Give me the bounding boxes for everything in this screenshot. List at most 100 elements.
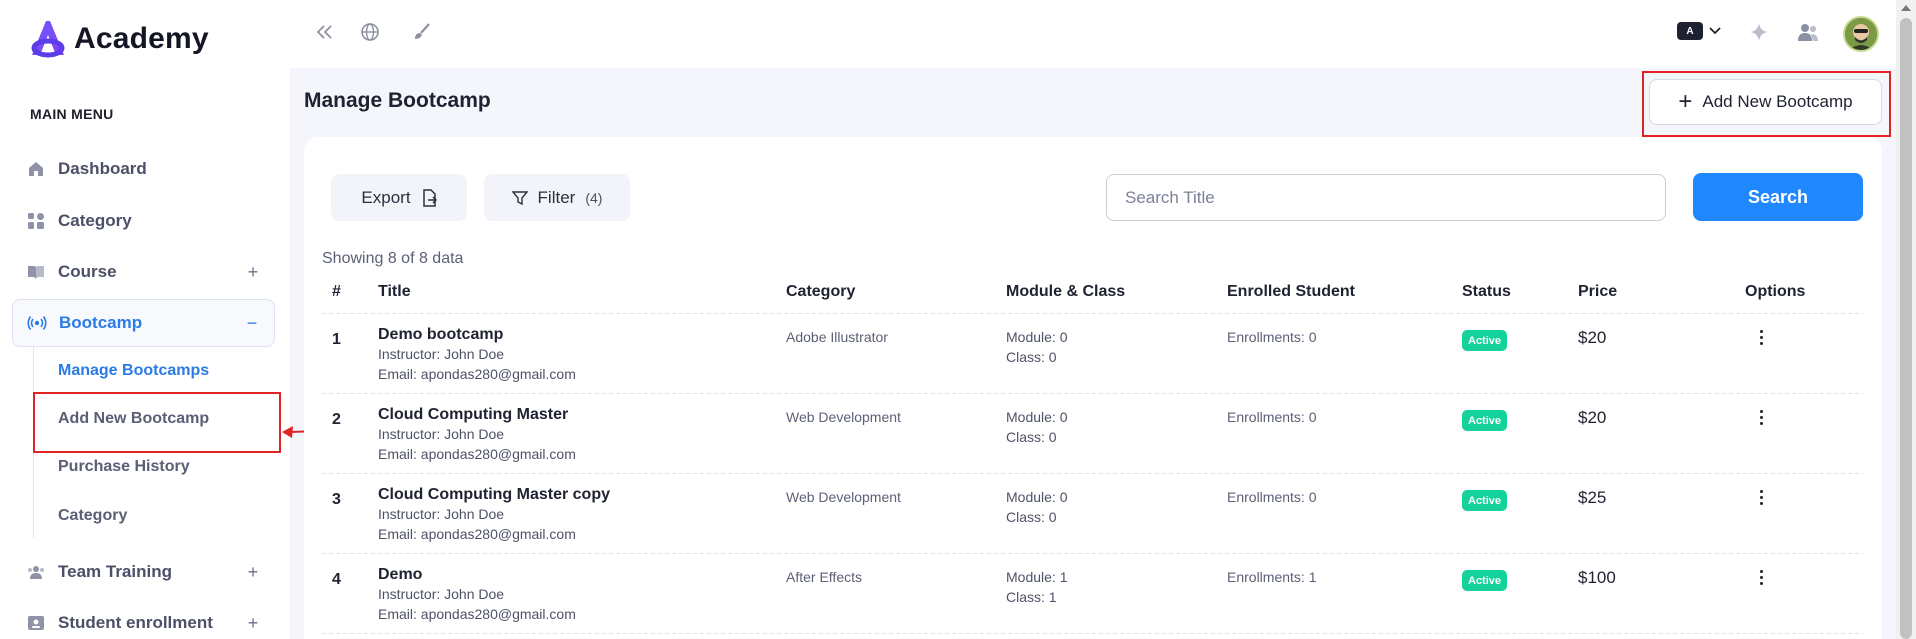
- status-badge: Active: [1462, 570, 1508, 591]
- sidebar-item-student-enrollment[interactable]: Student enrollment +: [12, 599, 275, 639]
- instructor-text: Instructor: John Doe: [378, 586, 505, 602]
- price-text: $100: [1578, 568, 1616, 587]
- sidebar-item-toggle: +: [247, 561, 259, 582]
- sidebar-item-label: Dashboard: [58, 159, 147, 178]
- options-menu-icon[interactable]: [1751, 485, 1771, 509]
- annotation-highlight-box: [1642, 71, 1891, 137]
- scrollbar-thumb[interactable]: [1900, 18, 1912, 639]
- scroll-up-icon[interactable]: [1901, 5, 1911, 11]
- class-count: Class: 1: [1006, 589, 1057, 605]
- email-text: Email: apondas280@gmail.com: [378, 526, 576, 542]
- row-divider: [322, 313, 1863, 314]
- column-header: Module & Class: [1006, 283, 1126, 300]
- options-menu-icon[interactable]: [1751, 405, 1771, 429]
- language-selector[interactable]: A: [1677, 22, 1721, 40]
- bootcamp-list-card: Export Filter (4) Search Showing 8 of 8 …: [304, 137, 1882, 639]
- users-icon[interactable]: [1796, 20, 1820, 44]
- sparkle-icon[interactable]: [1747, 20, 1771, 44]
- sidebar-item-label: Student enrollment: [58, 613, 213, 632]
- export-label: Export: [361, 187, 411, 207]
- instructor-text: Instructor: John Doe: [378, 506, 505, 522]
- sidebar-item-toggle: +: [247, 261, 259, 282]
- row-number: 2: [332, 411, 341, 428]
- filter-icon: [511, 190, 528, 205]
- academy-logo-icon: [31, 21, 65, 58]
- search-button[interactable]: Search: [1693, 173, 1863, 221]
- brush-icon[interactable]: [410, 20, 434, 44]
- row-divider: [322, 553, 1863, 554]
- row-number: 4: [332, 571, 341, 588]
- sidebar-item-toggle: +: [247, 612, 259, 633]
- id-card-icon: [26, 613, 46, 633]
- status-badge: Active: [1462, 410, 1508, 431]
- submenu-item-category[interactable]: Category: [58, 507, 127, 525]
- topbar: A: [290, 0, 1896, 68]
- bootcamp-title[interactable]: Demo bootcamp: [378, 326, 503, 344]
- table-row[interactable]: 2 Cloud Computing Master Instructor: Joh…: [304, 397, 1882, 477]
- sidebar-item-toggle: −: [246, 312, 258, 333]
- filter-button[interactable]: Filter (4): [484, 174, 630, 221]
- class-count: Class: 0: [1006, 429, 1057, 445]
- options-menu-icon[interactable]: [1751, 325, 1771, 349]
- bootcamp-title[interactable]: Cloud Computing Master: [378, 406, 568, 424]
- sidebar-item-dashboard[interactable]: Dashboard: [12, 145, 275, 193]
- column-header: Enrolled Student: [1227, 283, 1355, 300]
- submenu-item-purchase-history[interactable]: Purchase History: [58, 458, 190, 476]
- table-row[interactable]: 4 Demo Instructor: John Doe Email: apond…: [304, 557, 1882, 637]
- sidebar-item-label: Course: [58, 262, 117, 281]
- submenu-item-manage-bootcamps[interactable]: Manage Bootcamps: [58, 362, 209, 380]
- row-divider: [322, 393, 1863, 394]
- enrollment-count: Enrollments: 0: [1227, 409, 1317, 425]
- language-icon: A: [1677, 22, 1703, 40]
- filter-label: Filter: [537, 187, 576, 207]
- sidebar-item-category[interactable]: Category: [12, 197, 275, 245]
- filter-count: (4): [585, 189, 603, 206]
- table-row[interactable]: 3 Cloud Computing Master copy Instructor…: [304, 477, 1882, 557]
- class-count: Class: 0: [1006, 509, 1057, 525]
- sidebar-item-course[interactable]: Course +: [12, 248, 275, 296]
- category-text: Web Development: [786, 409, 901, 425]
- column-header: Price: [1578, 283, 1618, 300]
- category-text: After Effects: [786, 569, 862, 585]
- sidebar-item-team-training[interactable]: Team Training +: [12, 548, 275, 596]
- globe-icon[interactable]: [358, 20, 382, 44]
- table-row[interactable]: 1 Demo bootcamp Instructor: John Doe Ema…: [304, 317, 1882, 397]
- price-text: $25: [1578, 488, 1607, 507]
- row-number: 1: [332, 331, 341, 348]
- email-text: Email: apondas280@gmail.com: [378, 446, 576, 462]
- chevron-down-icon: [1709, 27, 1721, 35]
- sidebar-item-bootcamp[interactable]: Bootcamp −: [12, 299, 275, 347]
- sidebar-item-label: Team Training: [58, 562, 172, 581]
- showing-count: Showing 8 of 8 data: [322, 250, 464, 267]
- export-button[interactable]: Export: [331, 174, 467, 221]
- row-divider: [322, 633, 1863, 634]
- row-divider: [322, 473, 1863, 474]
- email-text: Email: apondas280@gmail.com: [378, 366, 576, 382]
- brand-name: Academy: [74, 22, 209, 55]
- module-count: Module: 0: [1006, 489, 1068, 505]
- avatar[interactable]: [1843, 16, 1879, 52]
- column-header: Category: [786, 283, 856, 300]
- annotation-highlight-box: [33, 392, 281, 453]
- search-input[interactable]: [1106, 174, 1666, 221]
- bootcamp-title[interactable]: Cloud Computing Master copy: [378, 486, 610, 504]
- price-text: $20: [1578, 408, 1607, 427]
- home-icon: [26, 159, 46, 179]
- sidebar-item-label: Category: [58, 211, 132, 230]
- export-icon: [422, 188, 437, 207]
- vertical-scrollbar[interactable]: [1896, 0, 1916, 639]
- module-count: Module: 0: [1006, 329, 1068, 345]
- options-menu-icon[interactable]: [1751, 565, 1771, 589]
- email-text: Email: apondas280@gmail.com: [378, 606, 576, 622]
- brand[interactable]: Academy: [26, 17, 209, 61]
- grid-icon: [26, 211, 46, 231]
- enrollment-count: Enrollments: 1: [1227, 569, 1317, 585]
- status-badge: Active: [1462, 490, 1508, 511]
- column-header: Status: [1462, 283, 1511, 300]
- bootcamp-title[interactable]: Demo: [378, 566, 422, 584]
- column-header: #: [332, 283, 341, 300]
- category-text: Web Development: [786, 489, 901, 505]
- team-icon: [26, 562, 46, 582]
- page-title: Manage Bootcamp: [304, 89, 491, 112]
- collapse-icon[interactable]: [313, 20, 337, 44]
